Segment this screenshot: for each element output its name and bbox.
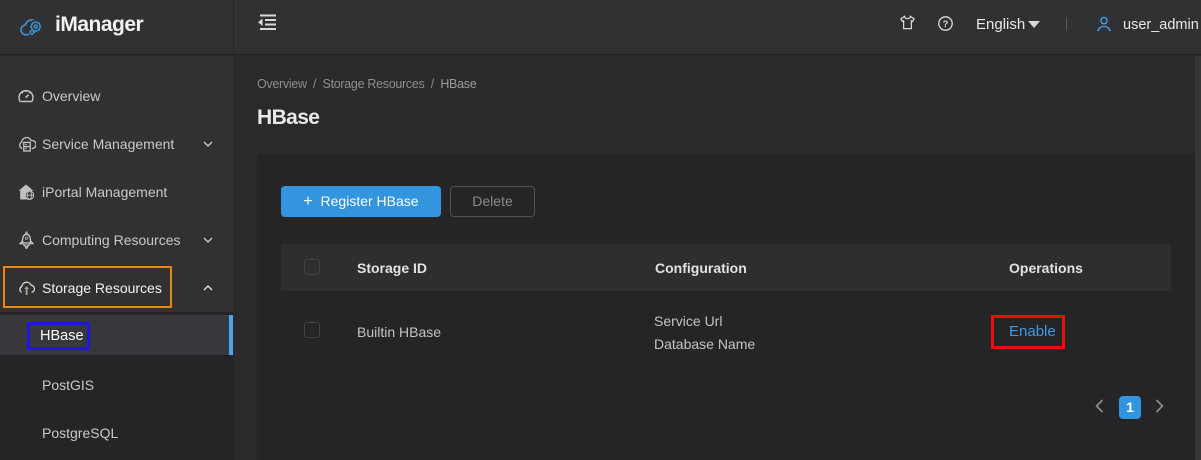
svg-text:?: ? [943, 19, 949, 30]
